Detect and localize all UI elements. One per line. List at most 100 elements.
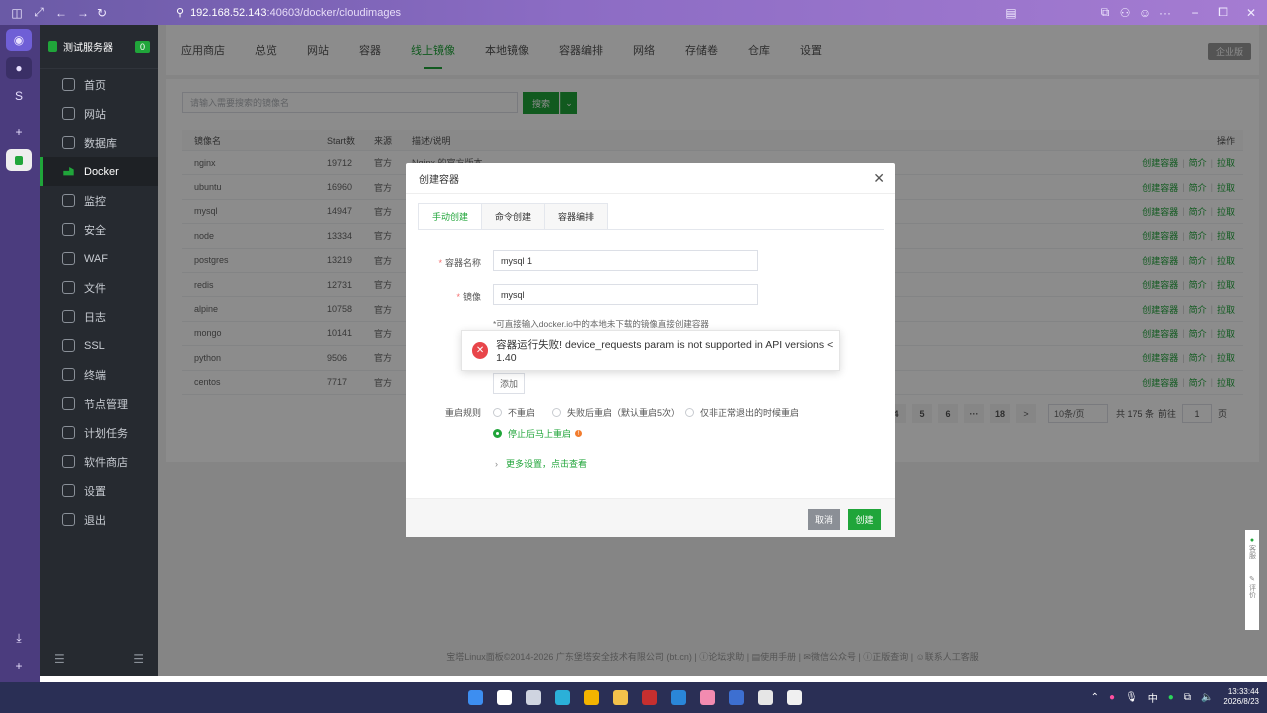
- app-icon[interactable]: [639, 687, 660, 708]
- expand-icon[interactable]: ⤢: [30, 0, 48, 25]
- app2-icon[interactable]: [668, 687, 689, 708]
- back-icon[interactable]: ←: [52, 0, 70, 25]
- image-label: * 镜像: [456, 292, 481, 302]
- restart-option-none[interactable]: 不重启: [493, 406, 535, 419]
- restart-option-abnormal[interactable]: 仅非正常退出的时候重启: [685, 406, 799, 419]
- clock[interactable]: 13:33:44 2026/8/23: [1223, 687, 1259, 707]
- extensions-icon[interactable]: ⚇: [1116, 0, 1134, 25]
- refresh-icon[interactable]: ↻: [93, 0, 111, 25]
- sidebar-toggle-icon[interactable]: ◫: [8, 0, 26, 25]
- globe-icon: [62, 107, 75, 120]
- sidebar-item-label: SSL: [84, 339, 105, 352]
- error-toast: ✕ 容器运行失败! device_requests param is not s…: [461, 330, 840, 371]
- chrome-icon[interactable]: [581, 687, 602, 708]
- restart-option-always[interactable]: 停止后马上重启!: [493, 427, 583, 440]
- add-button[interactable]: 添加: [493, 373, 525, 394]
- app3-icon[interactable]: [697, 687, 718, 708]
- add-bottom-icon[interactable]: +: [6, 655, 32, 677]
- more-icon[interactable]: ···: [1156, 0, 1174, 25]
- sidebar-item-13[interactable]: 计划任务: [40, 418, 158, 447]
- network-icon[interactable]: ⧉: [1184, 692, 1191, 703]
- discord-icon[interactable]: ◉: [6, 29, 32, 51]
- wechat-icon[interactable]: ●: [1168, 692, 1174, 703]
- image-input[interactable]: mysql: [493, 284, 758, 305]
- profile-icon[interactable]: ☺: [1136, 0, 1154, 25]
- waf-icon: [62, 252, 75, 265]
- gear-icon: [62, 484, 75, 497]
- search-icon[interactable]: [494, 687, 515, 708]
- restart-option-on-failure[interactable]: 失败后重启（默认重启5次）: [552, 406, 680, 419]
- app5-icon[interactable]: [755, 687, 776, 708]
- minimize-icon[interactable]: −: [1186, 0, 1204, 25]
- shield-icon: [62, 223, 75, 236]
- app6-icon[interactable]: [784, 687, 805, 708]
- restore-icon[interactable]: ⧠: [1214, 0, 1232, 25]
- dialog-tab-3[interactable]: 容器编排: [545, 203, 609, 230]
- tray-app-icon[interactable]: ●: [1109, 692, 1115, 703]
- close-window-icon[interactable]: ✕: [1242, 0, 1260, 25]
- bt-app-icon[interactable]: [6, 149, 32, 171]
- cancel-button[interactable]: 取消: [808, 509, 840, 530]
- reader-icon[interactable]: ▤: [1002, 0, 1020, 25]
- sidebar-item-15[interactable]: 设置: [40, 476, 158, 505]
- sidebar-item-14[interactable]: 软件商店: [40, 447, 158, 476]
- bt-logo-icon: [48, 41, 57, 52]
- site-info-icon[interactable]: ⚲: [176, 6, 184, 19]
- start-icon[interactable]: [465, 687, 486, 708]
- ime-indicator[interactable]: 中: [1148, 690, 1158, 705]
- service-button[interactable]: 客服: [1248, 545, 1257, 559]
- task-view-icon[interactable]: [523, 687, 544, 708]
- dialog-tab-1[interactable]: 手动创建: [418, 203, 483, 230]
- panel-sidebar: 测试服务器 0 首页网站 数据库 Docker 监控 安全 WAF 文件日志 SSL 终端 节点管…: [40, 25, 158, 676]
- error-message: 容器运行失败! device_requests param is not sup…: [496, 339, 834, 364]
- sidebar-item-3[interactable]: 数据库: [40, 128, 158, 157]
- sidebar-item-8[interactable]: 文件: [40, 273, 158, 302]
- sidebar-item-12[interactable]: 节点管理: [40, 389, 158, 418]
- image-hint: *可直接输入docker.io中的本地未下载的镜像直接创建容器: [493, 319, 709, 329]
- app4-icon[interactable]: [726, 687, 747, 708]
- sidebar-item-10[interactable]: SSL: [40, 331, 158, 360]
- home-icon: [62, 78, 75, 91]
- container-name-input[interactable]: mysql 1: [493, 250, 758, 271]
- sidebar-item-9[interactable]: 日志: [40, 302, 158, 331]
- sidebar-item-16[interactable]: 退出: [40, 505, 158, 534]
- sidebar-item-11[interactable]: 终端: [40, 360, 158, 389]
- address-bar[interactable]: ⚲ 192.168.52.143 :40603/docker/cloudimag…: [170, 3, 1030, 22]
- sidebar-item-1[interactable]: 首页: [40, 70, 158, 99]
- chevron-up-icon[interactable]: ⌃: [1091, 692, 1099, 703]
- sidebar-item-label: 设置: [84, 485, 106, 498]
- collections-icon[interactable]: ⧉: [1096, 0, 1114, 25]
- s-app-icon[interactable]: S: [6, 85, 32, 107]
- sidebar-item-label: 文件: [84, 282, 106, 295]
- mic-icon[interactable]: 🎙: [1125, 692, 1138, 703]
- volume-icon[interactable]: 🔈: [1201, 692, 1213, 703]
- docker-icon: [63, 166, 74, 176]
- folder-icon: [62, 281, 75, 294]
- sidebar-item-2[interactable]: 网站: [40, 99, 158, 128]
- close-icon[interactable]: ✕: [873, 170, 885, 187]
- browser-titlebar: ◫ ⤢ ← → ↻ ⚲ 192.168.52.143 :40603/docker…: [0, 0, 1267, 25]
- review-button[interactable]: 评价: [1248, 584, 1257, 598]
- sidebar-item-4[interactable]: Docker: [40, 157, 158, 186]
- collapse-icon[interactable]: ☰: [54, 652, 65, 666]
- error-icon: ✕: [472, 342, 489, 359]
- service-icon[interactable]: ●: [1245, 536, 1259, 545]
- create-button[interactable]: 创建: [848, 509, 881, 530]
- server-header[interactable]: 测试服务器 0: [40, 25, 158, 69]
- forward-icon[interactable]: →: [74, 0, 92, 25]
- menu-icon[interactable]: ☰: [133, 652, 144, 666]
- dialog-tab-2[interactable]: 命令创建: [482, 203, 546, 230]
- add-app-icon[interactable]: +: [6, 121, 32, 143]
- explorer-icon[interactable]: [610, 687, 631, 708]
- github-icon[interactable]: ●: [6, 57, 32, 79]
- sidebar-item-7[interactable]: WAF: [40, 244, 158, 273]
- sidebar-item-label: 首页: [84, 79, 106, 92]
- more-settings-link[interactable]: › 更多设置，点击查看: [495, 457, 587, 470]
- download-icon[interactable]: ⤓: [6, 627, 32, 649]
- sidebar-item-6[interactable]: 安全: [40, 215, 158, 244]
- edge-icon[interactable]: [552, 687, 573, 708]
- name-label: * 容器名称: [438, 258, 481, 268]
- dialog-tabs: 手动创建 命令创建 容器编排: [418, 203, 609, 230]
- sidebar-item-5[interactable]: 监控: [40, 186, 158, 215]
- review-icon[interactable]: ✎: [1245, 575, 1259, 584]
